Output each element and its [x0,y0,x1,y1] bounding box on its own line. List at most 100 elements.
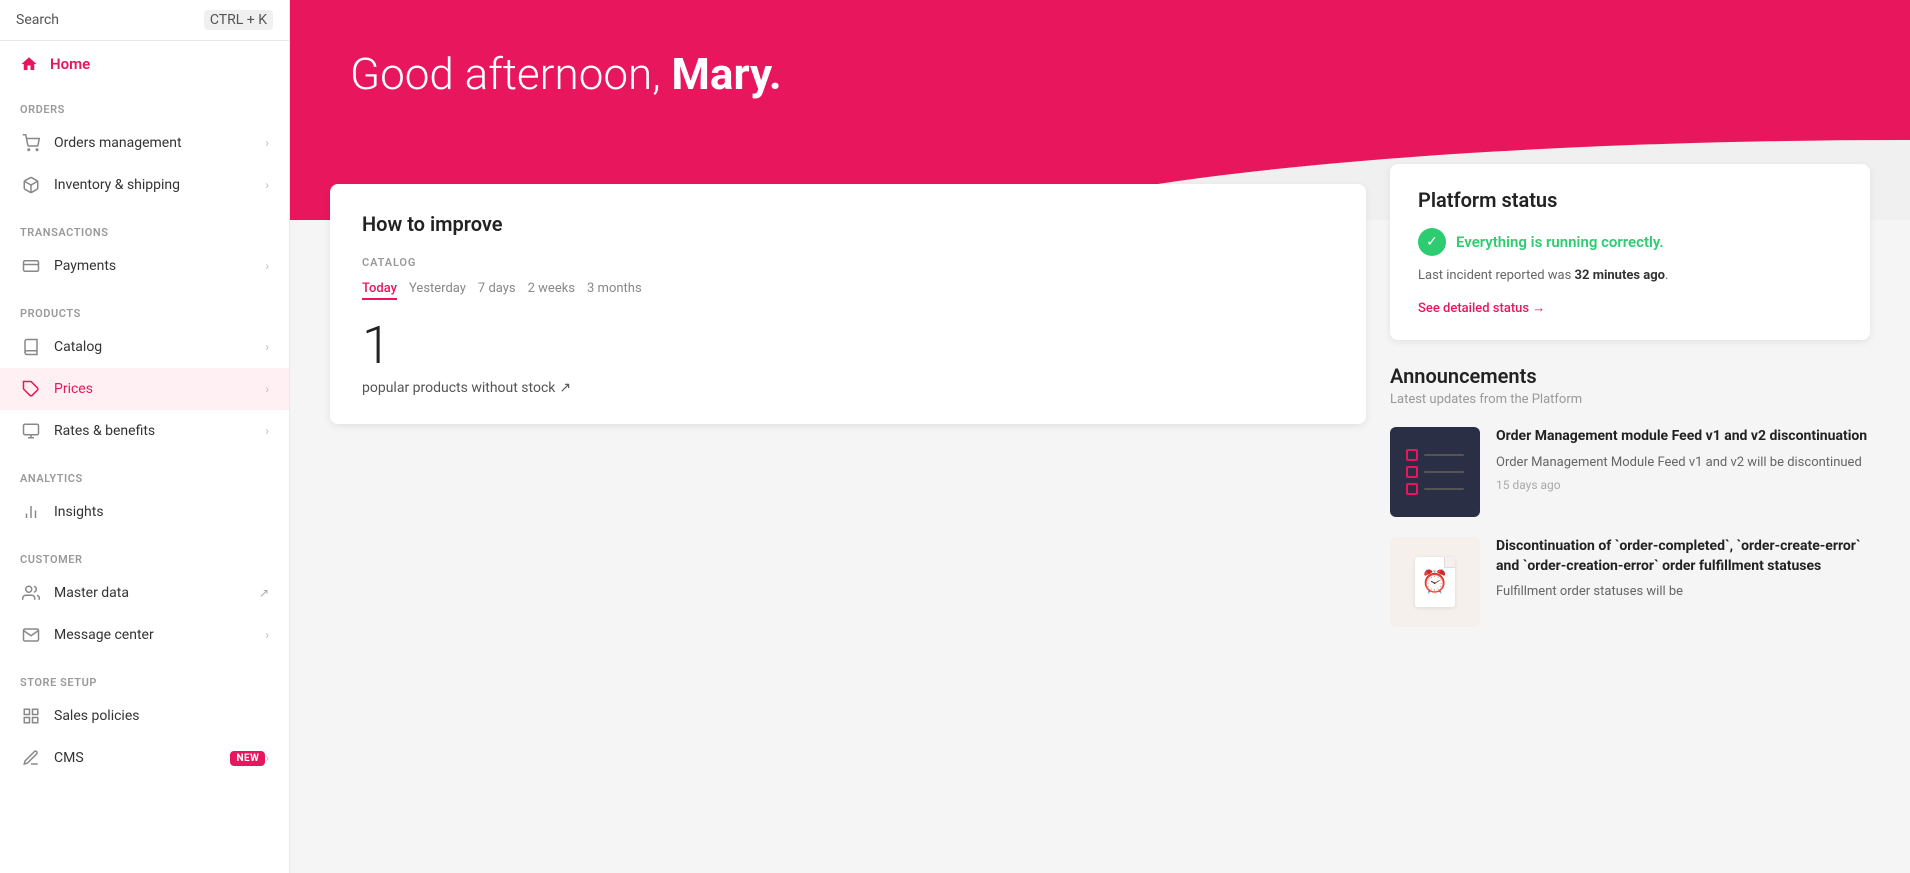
store-setup-section-label: STORE SETUP [0,672,289,695]
sidebar-item-inventory-shipping[interactable]: Inventory & shipping › [0,164,289,206]
status-sub-prefix: Last incident reported was [1418,268,1575,283]
box-icon [20,174,42,196]
analytics-section: ANALYTICS Insights [0,456,289,537]
products-section-label: PRODUCTS [0,303,289,326]
orders-management-label: Orders management [54,135,265,151]
sidebar: Search CTRL + K Home ORDERS Orders manag… [0,0,290,873]
payments-label: Payments [54,258,265,274]
greeting-text: Good afternoon, [350,48,671,100]
customer-section-label: CUSTOMER [0,549,289,572]
status-ok-text: Everything is running correctly. [1456,233,1664,251]
new-badge: NEW [230,751,265,766]
store-setup-section: STORE SETUP Sales policies CMS NEW › [0,660,289,783]
message-icon [20,624,42,646]
master-data-label: Master data [54,585,251,601]
announcements-title: Announcements [1390,364,1870,388]
status-ok-row: ✓ Everything is running correctly. [1418,228,1842,256]
main-content: Good afternoon, Mary. How to improve CAT… [290,0,1910,873]
status-time: 32 minutes ago [1575,268,1665,283]
home-icon [20,55,38,73]
status-sub-text: Last incident reported was 32 minutes ag… [1418,268,1842,283]
doc-clock-icon: ⏰ [1415,557,1455,607]
time-tabs: Today Yesterday 7 days 2 weeks 3 months [362,279,1334,300]
chevron-right-icon: › [265,751,269,765]
announcement-thumb-1 [1390,427,1480,517]
catalog-icon [20,336,42,358]
platform-status-title: Platform status [1418,188,1842,212]
announcement-date-1: 15 days ago [1496,478,1870,492]
catalog-label: CATALOG [362,256,1334,269]
sidebar-item-message-center[interactable]: Message center › [0,614,289,656]
sidebar-item-orders-management[interactable]: Orders management › [0,122,289,164]
announcement-headline-2: Discontinuation of `order-completed`, `o… [1496,537,1870,576]
chevron-right-icon: › [265,259,269,273]
status-ok-icon: ✓ [1418,228,1446,256]
time-tab-today[interactable]: Today [362,279,397,300]
products-section: PRODUCTS Catalog › Prices › [0,291,289,456]
feed-icon [1406,449,1464,495]
announcement-body-2: Discontinuation of `order-completed`, `o… [1496,537,1870,627]
improve-card-title: How to improve [362,212,1334,236]
sidebar-item-master-data[interactable]: Master data ↗ [0,572,289,614]
search-shortcut: CTRL + K [204,10,273,30]
prices-icon [20,378,42,400]
clock-icon: ⏰ [1421,570,1448,595]
sidebar-item-insights[interactable]: Insights [0,491,289,533]
time-tab-2weeks[interactable]: 2 weeks [528,279,575,300]
message-center-label: Message center [54,627,265,643]
announcement-text-2: Fulfillment order statuses will be [1496,582,1870,602]
metric-desc-text: popular products without stock [362,380,555,396]
chevron-right-icon: › [265,136,269,150]
transactions-section-label: TRANSACTIONS [0,222,289,245]
home-label: Home [50,55,90,73]
transactions-section: TRANSACTIONS Payments › [0,210,289,291]
sidebar-item-payments[interactable]: Payments › [0,245,289,287]
sidebar-item-prices[interactable]: Prices › [0,368,289,410]
prices-label: Prices [54,381,265,397]
time-tab-7days[interactable]: 7 days [478,279,516,300]
external-link-icon: ↗ [259,586,269,600]
cms-icon [20,747,42,769]
inventory-shipping-label: Inventory & shipping [54,177,265,193]
status-detail-link[interactable]: See detailed status → [1418,300,1545,316]
announcements-subtitle: Latest updates from the Platform [1390,392,1870,407]
orders-section: ORDERS Orders management › Inventory & s… [0,87,289,210]
right-column: Platform status ✓ Everything is running … [1390,244,1870,849]
master-data-icon [20,582,42,604]
announcement-text-1: Order Management Module Feed v1 and v2 w… [1496,453,1870,473]
chevron-right-icon: › [265,178,269,192]
rates-benefits-label: Rates & benefits [54,423,265,439]
chevron-right-icon: › [265,628,269,642]
time-tab-yesterday[interactable]: Yesterday [409,279,466,300]
catalog-label: Catalog [54,339,265,355]
chevron-right-icon: › [265,424,269,438]
greeting: Good afternoon, Mary. [350,48,1850,100]
insights-icon [20,501,42,523]
orders-section-label: ORDERS [0,99,289,122]
sidebar-item-cms[interactable]: CMS NEW › [0,737,289,779]
announcement-item-2[interactable]: ⏰ Discontinuation of `order-completed`, … [1390,537,1870,627]
sidebar-item-catalog[interactable]: Catalog › [0,326,289,368]
search-label: Search [16,12,59,28]
announcement-item-1[interactable]: Order Management module Feed v1 and v2 d… [1390,427,1870,517]
status-sub-suffix: . [1665,268,1668,283]
cart-icon [20,132,42,154]
metric-desc: popular products without stock ↗ [362,380,1334,396]
greeting-name: Mary. [671,48,781,100]
left-column: How to improve CATALOG Today Yesterday 7… [330,184,1366,849]
search-bar[interactable]: Search CTRL + K [0,0,289,41]
platform-status-card: Platform status ✓ Everything is running … [1390,164,1870,340]
main-body: How to improve CATALOG Today Yesterday 7… [290,220,1910,873]
sidebar-item-home[interactable]: Home [0,41,289,87]
cms-label: CMS [54,750,222,766]
improve-card: How to improve CATALOG Today Yesterday 7… [330,184,1366,424]
metric-arrow: ↗ [559,380,571,396]
customer-section: CUSTOMER Master data ↗ Message center › [0,537,289,660]
sidebar-item-rates-benefits[interactable]: Rates & benefits › [0,410,289,452]
sidebar-item-sales-policies[interactable]: Sales policies [0,695,289,737]
time-tab-3months[interactable]: 3 months [587,279,642,300]
chevron-right-icon: › [265,382,269,396]
chevron-right-icon: › [265,340,269,354]
payments-icon [20,255,42,277]
sales-icon [20,705,42,727]
